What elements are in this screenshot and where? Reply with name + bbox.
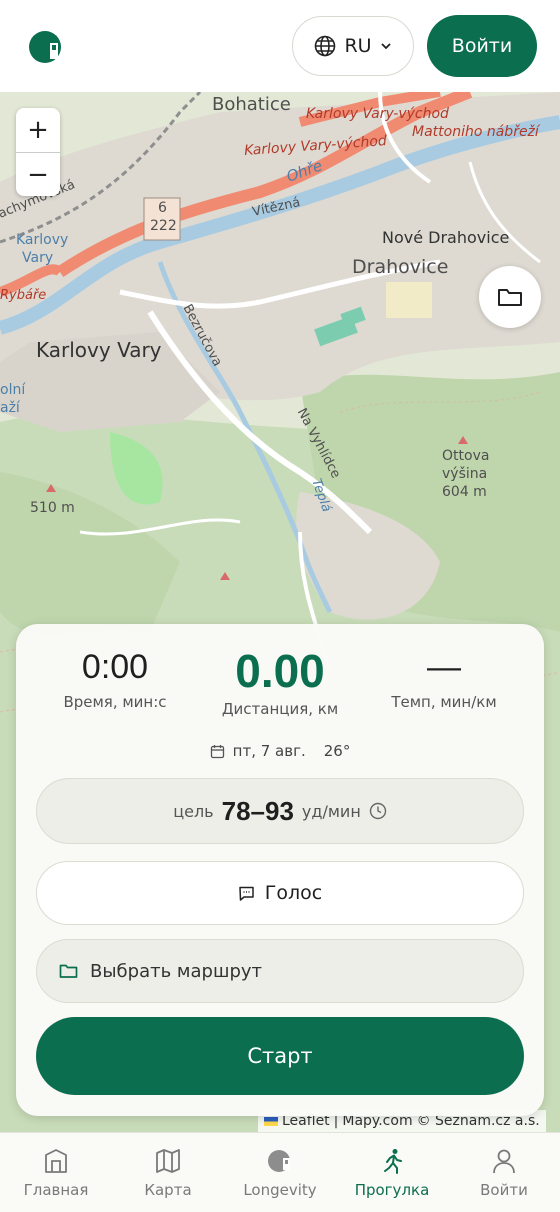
route-label: Выбрать маршрут (90, 960, 263, 982)
map-label: Karlovy Vary-východ (306, 106, 449, 122)
map-label: Karlovy (16, 232, 69, 248)
voice-label: Голос (264, 882, 323, 904)
saved-routes-button[interactable] (479, 266, 541, 328)
nav-item-home[interactable]: Главная (0, 1133, 112, 1212)
map-icon (156, 1149, 180, 1173)
home-icon (45, 1149, 67, 1173)
zoom-out-button[interactable]: − (16, 152, 60, 196)
distance-label: Дистанция, км (221, 700, 339, 718)
bottom-navigation: Главная Карта Longevity Прогулка Войти (0, 1132, 560, 1212)
nav-item-longevity[interactable]: Longevity (224, 1133, 336, 1212)
map-label: 604 m (442, 484, 487, 500)
start-button[interactable]: Старт (36, 1017, 524, 1095)
walk-icon (384, 1149, 402, 1174)
map-label: výšina (442, 466, 488, 482)
date-weather-line: пт, 7 авг. 26° (16, 742, 544, 760)
map-label: Vary (22, 250, 54, 266)
zoom-in-button[interactable]: + (16, 108, 60, 152)
target-prefix: цель (173, 801, 214, 821)
voice-button[interactable]: Голос (36, 861, 524, 925)
map-label: Karlovy Vary (36, 338, 162, 362)
date-text: пт, 7 авг. (232, 742, 306, 760)
map-label: 222 (150, 218, 177, 234)
nav-label: Главная (23, 1181, 89, 1199)
nav-label: Войти (480, 1181, 528, 1199)
map-label: aží (0, 400, 20, 416)
zoom-control: + − (16, 108, 60, 196)
nav-label: Longevity (243, 1181, 317, 1199)
target-unit: уд/мин (301, 801, 361, 821)
login-button[interactable]: Войти (427, 15, 537, 77)
folder-icon (498, 289, 522, 306)
chevron-down-icon (380, 43, 391, 50)
map-label: Nové Drahovice (382, 228, 510, 247)
globe-icon (315, 35, 336, 57)
chat-icon (239, 886, 254, 901)
user-icon (493, 1149, 515, 1174)
time-value: 0:00 (81, 648, 149, 686)
nav-item-map[interactable]: Карта (112, 1133, 224, 1212)
nav-label: Прогулка (354, 1181, 430, 1199)
nav-item-login[interactable]: Войти (448, 1133, 560, 1212)
folder-icon (59, 964, 78, 978)
map-label: olní (0, 382, 26, 398)
select-route-button[interactable]: Выбрать маршрут (36, 939, 524, 1003)
nav-label: Карта (144, 1181, 192, 1199)
target-range: 78–93 (221, 795, 294, 826)
ukraine-flag-icon (264, 1116, 278, 1126)
language-selector[interactable]: RU (292, 16, 414, 76)
map-label: 510 m (30, 500, 75, 516)
pace-value: — (427, 648, 461, 686)
map-label: Rybáře (0, 288, 47, 303)
calendar-icon (210, 744, 224, 758)
map-label: 6 (158, 200, 167, 216)
time-stat: 0:00 Время, мин:с (38, 648, 192, 711)
language-code: RU (344, 35, 372, 57)
map-label: Ottova (442, 448, 490, 464)
map-label: Bohatice (212, 94, 291, 115)
pace-label: Темп, мин/км (391, 693, 497, 711)
clock-icon (369, 802, 386, 820)
longevity-icon (268, 1150, 290, 1172)
target-heart-rate[interactable]: цель 78–93 уд/мин (36, 778, 524, 844)
walk-session-panel: 0:00 Время, мин:с 0.00 Дистанция, км — Т… (16, 624, 544, 1116)
map-label: Mattoniho nábřeží (412, 124, 539, 140)
temperature-text: 26° (323, 742, 351, 760)
map-label: Drahovice (352, 256, 449, 278)
app-logo[interactable] (28, 30, 62, 64)
time-label: Время, мин:с (63, 693, 167, 711)
app-header: RU Войти (0, 0, 560, 92)
distance-stat: 0.00 Дистанция, км (196, 644, 364, 718)
pace-stat: — Темп, мин/км (376, 648, 512, 711)
nav-item-walk[interactable]: Прогулка (336, 1133, 448, 1212)
distance-value: 0.00 (235, 645, 325, 697)
